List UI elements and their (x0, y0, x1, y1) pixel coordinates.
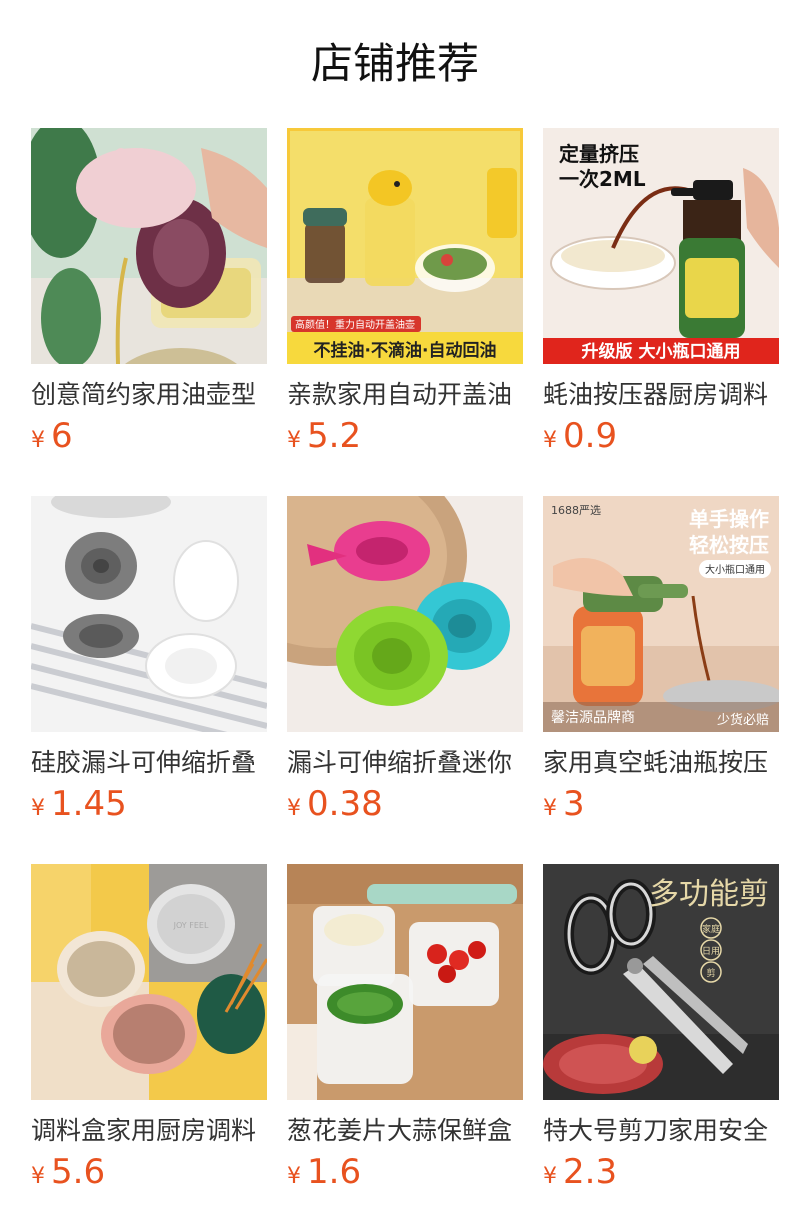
product-card[interactable]: JOY FEEL 调料盒家用厨房调料 ¥5.6 (31, 864, 267, 1232)
product-price: ¥5.6 (31, 1152, 267, 1192)
currency-symbol: ¥ (31, 1164, 45, 1189)
fresh-keeping-box-photo-icon (287, 864, 523, 1100)
image-corner-text: 1688严选 (551, 504, 601, 517)
seasoning-box-photo-icon: JOY FEEL (31, 864, 267, 1100)
store-recommendations-page: 店铺推荐 创意简约家用油壶型 ¥ 6 高颜值！重力自动开盖油壶 不挂油·不滴油·… (0, 0, 790, 1232)
vacuum-oyster-bottle-photo-icon: 1688严选 单手操作 轻松按压 大小瓶口通用 馨洁源品牌商 少货必赔 (543, 496, 779, 732)
currency-symbol: ¥ (543, 1164, 557, 1189)
image-badge-text: 少货必赔 (717, 712, 769, 728)
product-price: ¥1.45 (31, 784, 267, 824)
product-title[interactable]: 创意简约家用油壶型 (31, 378, 267, 412)
auto-lid-oil-bottle-photo-icon: 高颜值！重力自动开盖油壶 不挂油·不滴油·自动回油 (287, 128, 523, 364)
product-card[interactable]: 定量挤压 一次2ML 升级版 大小瓶口通用 蚝油按压器厨房调料 ¥0.9 (543, 128, 779, 496)
product-price: ¥2.3 (543, 1152, 779, 1192)
price-value: 1.45 (51, 784, 127, 824)
product-card[interactable]: 葱花姜片大蒜保鲜盒 ¥1.6 (287, 864, 523, 1232)
price-value: 5.2 (307, 416, 362, 456)
product-image[interactable] (31, 496, 267, 732)
product-card[interactable]: 硅胶漏斗可伸缩折叠 ¥1.45 (31, 496, 267, 864)
product-image[interactable]: 高颜值！重力自动开盖油壶 不挂油·不滴油·自动回油 (287, 128, 523, 364)
image-tag-text: 高颜值！重力自动开盖油壶 (295, 318, 415, 331)
product-price: ¥1.6 (287, 1152, 523, 1192)
image-calligraphy-text: 多功能剪 (649, 877, 769, 912)
product-price: ¥5.2 (287, 416, 523, 456)
product-title[interactable]: 葱花姜片大蒜保鲜盒 (287, 1114, 523, 1148)
image-headline-1: 单手操作 (689, 507, 769, 531)
product-image[interactable] (287, 864, 523, 1100)
product-card[interactable]: 1688严选 单手操作 轻松按压 大小瓶口通用 馨洁源品牌商 少货必赔 家用真空… (543, 496, 779, 864)
currency-symbol: ¥ (543, 428, 557, 453)
currency-symbol: ¥ (31, 796, 45, 821)
oyster-sauce-pump-photo-icon: 定量挤压 一次2ML 升级版 大小瓶口通用 (543, 128, 779, 364)
product-title[interactable]: 特大号剪刀家用安全 (543, 1114, 779, 1148)
product-title[interactable]: 蚝油按压器厨房调料 (543, 378, 779, 412)
product-price: ¥6 (31, 416, 267, 456)
section-title: 店铺推荐 (310, 39, 479, 88)
product-grid: 创意简约家用油壶型 ¥6 高颜值！重力自动开盖油壶 不挂油·不滴油·自动回油 亲… (31, 128, 779, 1232)
image-tag-text: 大小瓶口通用 (705, 563, 765, 576)
price-value: 0.9 (563, 416, 618, 456)
product-price: ¥3 (543, 784, 779, 824)
product-image[interactable]: JOY FEEL (31, 864, 267, 1100)
currency-symbol: ¥ (543, 796, 557, 821)
image-headline-2: 轻松按压 (689, 533, 769, 557)
product-title[interactable]: 漏斗可伸缩折叠迷你 (287, 746, 523, 780)
image-seal-3: 剪 (706, 967, 715, 979)
image-lid-text: JOY FEEL (173, 921, 209, 930)
oil-pot-photo-icon (31, 128, 267, 364)
product-image[interactable] (31, 128, 267, 364)
currency-symbol: ¥ (287, 1164, 301, 1189)
currency-symbol: ¥ (31, 428, 45, 453)
product-price: ¥0.9 (543, 416, 779, 456)
product-price: ¥0.38 (287, 784, 523, 824)
image-seal-1: 家庭 (702, 923, 720, 935)
kitchen-scissors-photo-icon: 多功能剪 家庭 日用 剪 (543, 864, 779, 1100)
image-headline-1: 定量挤压 (559, 142, 639, 166)
currency-symbol: ¥ (287, 428, 301, 453)
product-title[interactable]: 亲款家用自动开盖油 (287, 378, 523, 412)
image-banner-text: 升级版 大小瓶口通用 (582, 341, 741, 362)
product-card[interactable]: 多功能剪 家庭 日用 剪 特大号剪刀家用安全 ¥2.3 (543, 864, 779, 1232)
image-shop-text: 馨洁源品牌商 (551, 709, 635, 726)
product-image[interactable] (287, 496, 523, 732)
product-image[interactable]: 定量挤压 一次2ML 升级版 大小瓶口通用 (543, 128, 779, 364)
price-value: 0.38 (307, 784, 383, 824)
product-image[interactable]: 1688严选 单手操作 轻松按压 大小瓶口通用 馨洁源品牌商 少货必赔 (543, 496, 779, 732)
price-value: 5.6 (51, 1152, 106, 1192)
product-card[interactable]: 创意简约家用油壶型 ¥6 (31, 128, 267, 496)
product-card[interactable]: 漏斗可伸缩折叠迷你 ¥0.38 (287, 496, 523, 864)
colorful-funnel-photo-icon (287, 496, 523, 732)
price-value: 1.6 (307, 1152, 362, 1192)
price-value: 6 (51, 416, 73, 456)
product-image[interactable]: 多功能剪 家庭 日用 剪 (543, 864, 779, 1100)
price-value: 2.3 (563, 1152, 618, 1192)
price-value: 3 (563, 784, 585, 824)
image-seal-2: 日用 (702, 946, 720, 957)
image-headline-2: 一次2ML (559, 167, 646, 191)
product-title[interactable]: 硅胶漏斗可伸缩折叠 (31, 746, 267, 780)
image-banner-text: 不挂油·不滴油·自动回油 (314, 340, 497, 361)
gray-silicone-funnel-photo-icon (31, 496, 267, 732)
product-title[interactable]: 调料盒家用厨房调料 (31, 1114, 267, 1148)
currency-symbol: ¥ (287, 796, 301, 821)
product-title[interactable]: 家用真空蚝油瓶按压 (543, 746, 779, 780)
product-card[interactable]: 高颜值！重力自动开盖油壶 不挂油·不滴油·自动回油 亲款家用自动开盖油 ¥5.2 (287, 128, 523, 496)
